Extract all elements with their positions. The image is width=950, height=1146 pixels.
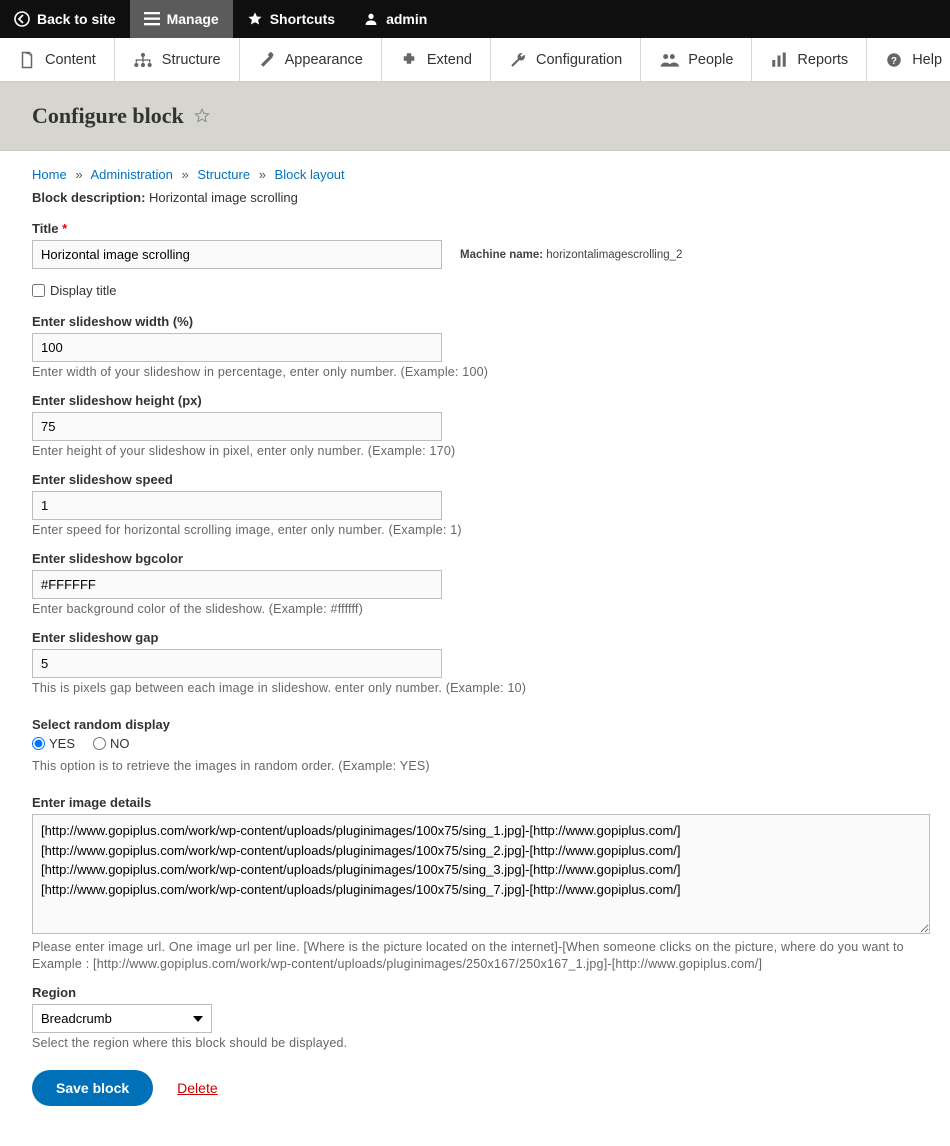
display-title-label: Display title: [50, 283, 116, 298]
details-label: Enter image details: [32, 795, 918, 810]
region-label: Region: [32, 985, 918, 1000]
random-yes-radio[interactable]: [32, 737, 45, 750]
manage-toggle[interactable]: Manage: [130, 0, 233, 38]
reports-icon: [770, 51, 788, 69]
menu-people[interactable]: People: [641, 38, 752, 81]
hamburger-icon: [144, 12, 160, 26]
random-help: This option is to retrieve the images in…: [32, 759, 918, 773]
user-menu[interactable]: admin: [349, 0, 441, 38]
menu-help-label: Help: [912, 52, 942, 68]
field-bgcolor: Enter slideshow bgcolor Enter background…: [32, 551, 918, 616]
delete-link[interactable]: Delete: [177, 1080, 217, 1096]
random-label: Select random display: [32, 717, 918, 732]
gap-input[interactable]: [32, 649, 442, 678]
svg-text:?: ?: [891, 55, 897, 66]
wrench-icon: [509, 51, 527, 69]
user-label: admin: [386, 11, 427, 27]
speed-help: Enter speed for horizontal scrolling ima…: [32, 523, 918, 537]
menu-structure-label: Structure: [162, 52, 221, 68]
crumb-home[interactable]: Home: [32, 167, 67, 182]
manage-label: Manage: [167, 11, 219, 27]
machine-name: Machine name: horizontalimagescrolling_2: [460, 249, 682, 261]
speed-label: Enter slideshow speed: [32, 472, 918, 487]
block-description: Block description: Horizontal image scro…: [32, 190, 918, 205]
favorite-star-icon[interactable]: [194, 108, 210, 124]
help-icon: ?: [885, 51, 903, 69]
region-help: Select the region where this block shoul…: [32, 1036, 918, 1050]
structure-icon: [133, 51, 153, 69]
title-label: Title *: [32, 221, 918, 236]
menu-structure[interactable]: Structure: [115, 38, 240, 81]
width-input[interactable]: [32, 333, 442, 362]
random-yes-option[interactable]: YES: [32, 736, 75, 751]
toolbar: Back to site Manage Shortcuts admin: [0, 0, 950, 38]
details-help1: Please enter image url. One image url pe…: [32, 940, 918, 954]
page-title: Configure block: [32, 103, 184, 129]
details-textarea[interactable]: [32, 814, 930, 934]
speed-input[interactable]: [32, 491, 442, 520]
page-header: Configure block: [0, 82, 950, 151]
height-label: Enter slideshow height (px): [32, 393, 918, 408]
menu-content-label: Content: [45, 52, 96, 68]
menu-appearance[interactable]: Appearance: [240, 38, 382, 81]
region-select[interactable]: Breadcrumb: [32, 1004, 212, 1033]
random-no-radio[interactable]: [93, 737, 106, 750]
user-icon: [363, 11, 379, 27]
bgcolor-help: Enter background color of the slideshow.…: [32, 602, 918, 616]
crumb-block[interactable]: Block layout: [275, 167, 345, 182]
menu-appearance-label: Appearance: [285, 52, 363, 68]
menu-help[interactable]: ? Help: [867, 38, 950, 81]
crumb-structure[interactable]: Structure: [197, 167, 250, 182]
menu-reports[interactable]: Reports: [752, 38, 867, 81]
bgcolor-label: Enter slideshow bgcolor: [32, 551, 918, 566]
arrow-left-icon: [14, 11, 30, 27]
height-input[interactable]: [32, 412, 442, 441]
width-help: Enter width of your slideshow in percent…: [32, 365, 918, 379]
save-button[interactable]: Save block: [32, 1070, 153, 1106]
breadcrumb: Home » Administration » Structure » Bloc…: [32, 167, 918, 182]
appearance-icon: [258, 51, 276, 69]
content-region: Home » Administration » Structure » Bloc…: [0, 151, 950, 1146]
bgcolor-input[interactable]: [32, 570, 442, 599]
display-title-checkbox[interactable]: [32, 284, 45, 297]
content-icon: [18, 51, 36, 69]
field-gap: Enter slideshow gap This is pixels gap b…: [32, 630, 918, 695]
menu-people-label: People: [688, 52, 733, 68]
star-icon: [247, 11, 263, 27]
height-help: Enter height of your slideshow in pixel,…: [32, 444, 918, 458]
admin-menu: Content Structure Appearance Extend Conf…: [0, 38, 950, 82]
extend-icon: [400, 51, 418, 69]
title-input[interactable]: [32, 240, 442, 269]
people-icon: [659, 51, 679, 69]
field-details: Enter image details Please enter image u…: [32, 795, 918, 971]
field-speed: Enter slideshow speed Enter speed for ho…: [32, 472, 918, 537]
field-width: Enter slideshow width (%) Enter width of…: [32, 314, 918, 379]
menu-configuration-label: Configuration: [536, 52, 622, 68]
field-random: Select random display YES NO This option…: [32, 717, 918, 773]
back-label: Back to site: [37, 11, 116, 27]
shortcuts-toggle[interactable]: Shortcuts: [233, 0, 349, 38]
shortcuts-label: Shortcuts: [270, 11, 335, 27]
crumb-admin[interactable]: Administration: [90, 167, 172, 182]
display-title-row: Display title: [32, 283, 918, 298]
gap-label: Enter slideshow gap: [32, 630, 918, 645]
width-label: Enter slideshow width (%): [32, 314, 918, 329]
field-region: Region Breadcrumb Select the region wher…: [32, 985, 918, 1050]
field-title: Title * Machine name: horizontalimagescr…: [32, 221, 918, 269]
gap-help: This is pixels gap between each image in…: [32, 681, 918, 695]
menu-configuration[interactable]: Configuration: [491, 38, 641, 81]
menu-reports-label: Reports: [797, 52, 848, 68]
details-help2: Example : [http://www.gopiplus.com/work/…: [32, 957, 918, 971]
random-no-option[interactable]: NO: [93, 736, 130, 751]
menu-content[interactable]: Content: [0, 38, 115, 81]
menu-extend[interactable]: Extend: [382, 38, 491, 81]
menu-extend-label: Extend: [427, 52, 472, 68]
form-actions: Save block Delete: [32, 1070, 918, 1106]
back-to-site[interactable]: Back to site: [0, 0, 130, 38]
field-height: Enter slideshow height (px) Enter height…: [32, 393, 918, 458]
